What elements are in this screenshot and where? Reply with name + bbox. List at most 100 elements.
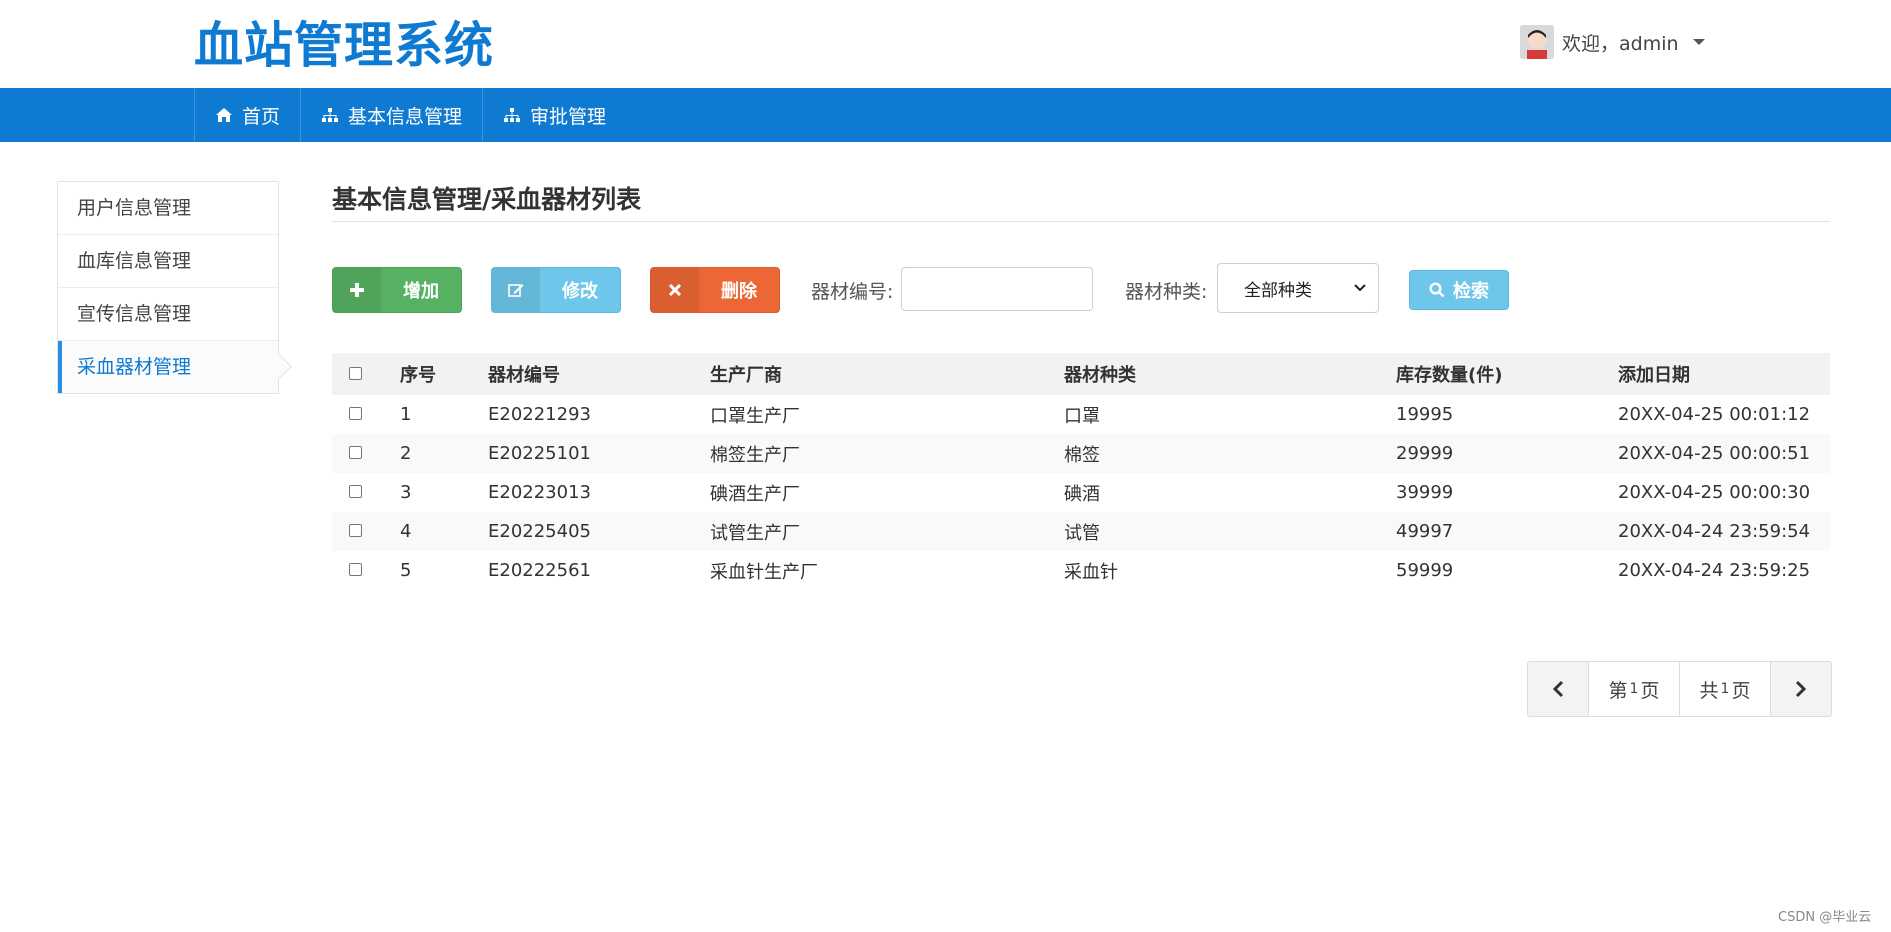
- header-stock[interactable]: 库存数量(件): [1396, 353, 1618, 395]
- page-prefix: 第: [1608, 679, 1628, 702]
- table-row[interactable]: 3 E20223013 碘酒生产厂 碘酒 39999 20XX-04-25 00…: [332, 473, 1830, 512]
- sidebar-item-blood-bank[interactable]: 血库信息管理: [58, 235, 278, 288]
- edit-icon: [508, 284, 524, 297]
- header-index[interactable]: 序号: [400, 353, 488, 395]
- cell-stock: 29999: [1396, 434, 1618, 473]
- cell-date: 20XX-04-25 00:00:51: [1618, 434, 1830, 473]
- type-label: 器材种类:: [1125, 281, 1208, 303]
- header-manufacturer[interactable]: 生产厂商: [710, 353, 1064, 395]
- delete-button[interactable]: 删除: [650, 267, 780, 313]
- chevron-left-icon: [1552, 680, 1564, 698]
- cell-date: 20XX-04-25 00:00:30: [1618, 482, 1811, 503]
- sidebar-item-promotion[interactable]: 宣传信息管理: [58, 288, 278, 341]
- cell-code: E20225101: [488, 434, 710, 473]
- code-label: 器材编号:: [811, 281, 894, 303]
- cell-stock: 19995: [1396, 404, 1454, 425]
- page-suffix: 页: [1640, 679, 1660, 702]
- cell-manufacturer: 棉签生产厂: [710, 434, 1064, 473]
- total-prefix: 共: [1699, 679, 1719, 702]
- cell-stock: 49997: [1396, 512, 1618, 551]
- cell-index: 1: [400, 404, 412, 425]
- table-row[interactable]: 5 E20222561 采血针生产厂 采血针 59999 20XX-04-24 …: [332, 551, 1830, 590]
- header-date[interactable]: 添加日期: [1618, 353, 1830, 395]
- current-page: 第1页: [1589, 662, 1680, 716]
- total-number: 1: [1720, 681, 1730, 697]
- prev-page-button[interactable]: [1528, 662, 1589, 716]
- header-code[interactable]: 器材编号: [488, 353, 710, 395]
- nav-basic-info-label: 基本信息管理: [348, 105, 463, 128]
- code-input[interactable]: [901, 267, 1093, 311]
- next-page-button[interactable]: [1771, 662, 1831, 716]
- row-checkbox[interactable]: [349, 524, 362, 537]
- main-nav: 首页 基本信息管理 审批管理: [0, 88, 1891, 142]
- sidebar: 用户信息管理 血库信息管理 宣传信息管理 采血器材管理: [57, 181, 279, 394]
- cell-type: 碘酒: [1064, 483, 1100, 505]
- total-suffix: 页: [1731, 679, 1751, 702]
- page-number: 1: [1629, 681, 1639, 697]
- cell-date: 20XX-04-24 23:59:25: [1618, 560, 1811, 581]
- home-icon: [216, 108, 232, 122]
- watermark: CSDN @毕业云: [1778, 910, 1872, 925]
- search-button-label: 检索: [1453, 281, 1489, 302]
- cell-code: E20221293: [488, 404, 591, 425]
- cell-manufacturer: 口罩生产厂: [710, 405, 800, 427]
- add-button-label: 增加: [403, 281, 439, 302]
- chevron-down-icon: [1354, 284, 1366, 292]
- cell-type: 采血针: [1064, 561, 1118, 583]
- nav-approval-label: 审批管理: [530, 105, 607, 128]
- app-logo[interactable]: 血站管理系统: [194, 16, 494, 76]
- close-icon: [669, 284, 681, 296]
- plus-icon: [350, 283, 364, 297]
- nav-home[interactable]: 首页: [194, 88, 300, 142]
- row-checkbox[interactable]: [349, 485, 362, 498]
- nav-approval[interactable]: 审批管理: [482, 88, 626, 142]
- cell-manufacturer: 试管生产厂: [710, 512, 1064, 551]
- chevron-right-icon: [1795, 680, 1807, 698]
- select-all-checkbox[interactable]: [349, 366, 362, 380]
- cell-index: 3: [400, 482, 412, 503]
- table-row[interactable]: 2 E20225101 棉签生产厂 棉签 29999 20XX-04-25 00…: [332, 434, 1830, 473]
- cell-stock: 39999: [1396, 482, 1454, 503]
- sidebar-item-equipment[interactable]: 采血器材管理: [58, 341, 278, 393]
- row-checkbox[interactable]: [349, 407, 362, 420]
- cell-stock: 59999: [1396, 560, 1454, 581]
- welcome-text: 欢迎，admin: [1562, 32, 1679, 55]
- type-select-value: 全部种类: [1244, 280, 1312, 301]
- search-icon: [1429, 282, 1445, 298]
- cell-type: 试管: [1064, 512, 1396, 551]
- nav-home-label: 首页: [242, 105, 281, 128]
- cell-index: 5: [400, 560, 412, 581]
- cell-date: 20XX-04-24 23:59:54: [1618, 512, 1830, 551]
- sidebar-item-users[interactable]: 用户信息管理: [58, 182, 278, 235]
- edit-button[interactable]: 修改: [491, 267, 621, 313]
- user-menu[interactable]: 欢迎，admin: [1520, 24, 1705, 60]
- equipment-table: 序号 器材编号 生产厂商 器材种类 库存数量(件) 添加日期 1 E202212…: [332, 353, 1830, 590]
- row-checkbox[interactable]: [349, 446, 362, 459]
- delete-button-label: 删除: [721, 281, 757, 302]
- table-row[interactable]: 4 E20225405 试管生产厂 试管 49997 20XX-04-24 23…: [332, 512, 1830, 551]
- cell-type: 棉签: [1064, 434, 1396, 473]
- total-pages: 共1 页: [1680, 662, 1771, 716]
- cell-type: 口罩: [1064, 405, 1100, 427]
- caret-down-icon: [1692, 39, 1705, 45]
- cell-index: 2: [400, 434, 488, 473]
- cell-code: E20225405: [488, 512, 710, 551]
- cell-manufacturer: 采血针生产厂: [710, 561, 818, 583]
- table-row[interactable]: 1 E20221293 口罩生产厂 口罩 19995 20XX-04-25 00…: [332, 395, 1830, 434]
- title-divider: [332, 221, 1830, 222]
- page-title: 基本信息管理/采血器材列表: [332, 185, 642, 214]
- cell-date: 20XX-04-25 00:01:12: [1618, 404, 1811, 425]
- search-button[interactable]: 检索: [1409, 270, 1509, 310]
- header-type[interactable]: 器材种类: [1064, 353, 1396, 395]
- table-header-row: 序号 器材编号 生产厂商 器材种类 库存数量(件) 添加日期: [332, 353, 1830, 395]
- cell-code: E20223013: [488, 482, 591, 503]
- type-select[interactable]: 全部种类: [1217, 263, 1379, 313]
- sitemap-icon: [322, 108, 339, 122]
- edit-button-label: 修改: [562, 281, 598, 302]
- cell-code: E20222561: [488, 560, 591, 581]
- row-checkbox[interactable]: [349, 563, 362, 576]
- sitemap-icon: [504, 108, 521, 122]
- nav-basic-info[interactable]: 基本信息管理: [300, 88, 482, 142]
- add-button[interactable]: 增加: [332, 267, 462, 313]
- cell-manufacturer: 碘酒生产厂: [710, 483, 800, 505]
